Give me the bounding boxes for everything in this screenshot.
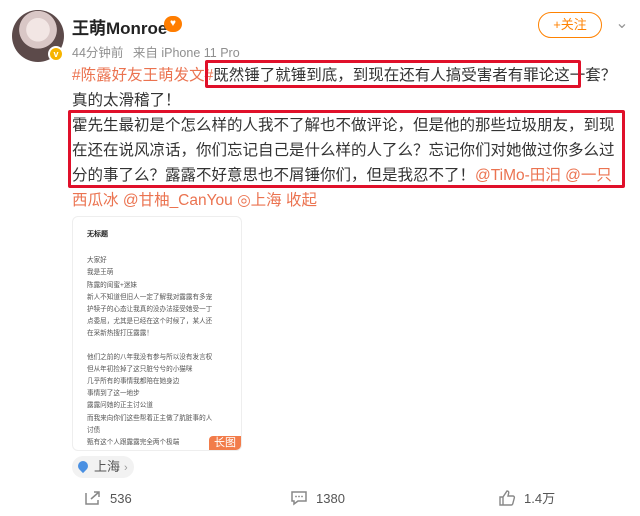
card-line: 甄有这个人跟露露完全两个极端 xyxy=(87,439,180,447)
follow-button[interactable]: +关注 xyxy=(538,12,602,38)
like-button[interactable]: 1.4万 xyxy=(498,488,555,510)
comment-icon xyxy=(291,490,307,506)
mention-ganyou[interactable]: @甘柚_CanYou xyxy=(123,192,233,209)
location-chip[interactable]: 上海 › xyxy=(72,456,134,478)
mention-timo[interactable]: @TiMo-田汨 xyxy=(475,167,561,184)
post-meta: 44分钟前 来自 iPhone 11 Pro xyxy=(72,42,246,61)
hashtag-link[interactable]: #陈露好友王萌发文# xyxy=(72,67,213,84)
location-chip-label: 上海 xyxy=(94,459,121,474)
thumbs-up-icon xyxy=(499,489,516,506)
location-link[interactable]: ◎上海 xyxy=(237,192,282,209)
card-line: 而我来向你们这些帮着正主做了肮脏事的人 xyxy=(87,414,213,422)
verified-badge-icon: v xyxy=(48,46,64,62)
author-name[interactable]: 王萌Monroe xyxy=(72,14,167,39)
post-segment-2: 真的太滑稽了！ xyxy=(72,92,181,109)
card-line: 护犊子的心态让我真的没办法接受她受一丁 xyxy=(87,306,213,314)
card-line: 几乎所有的事情我都陪在她身边 xyxy=(87,378,180,386)
comment-count: 1380 xyxy=(316,491,345,506)
forward-icon xyxy=(85,490,100,505)
card-line: 点委屈，尤其是已经在这个时候了，某人还 xyxy=(87,318,213,326)
chevron-down-icon[interactable]: ⌄ xyxy=(612,14,632,34)
card-title: 无标题 xyxy=(87,231,108,238)
card-line: 大家好 xyxy=(87,257,107,265)
long-image-card[interactable]: 无标题 大家好 我是王萌 陈露的闺蜜+迷妹 新人不知道但旧人一定了解我对露露有多… xyxy=(72,216,242,451)
post-segment-1: 既然锤了就锤到底，到现在还有人搞受害者有罪论这一套？ xyxy=(213,67,617,84)
chevron-right-icon: › xyxy=(124,462,128,474)
card-line: 讨债 xyxy=(87,426,101,434)
post-text: #陈露好友王萌发文#既然锤了就锤到底，到现在还有人搞受害者有罪论这一套？ 真的太滑… xyxy=(72,63,627,213)
card-line: 露露问她的正主讨公道 xyxy=(87,402,153,410)
forward-button[interactable]: 536 xyxy=(84,488,132,510)
card-line: 在采新热搜打压露露！ xyxy=(87,330,153,338)
collapse-link[interactable]: 收起 xyxy=(286,192,317,209)
post-time[interactable]: 44分钟前 xyxy=(72,46,123,60)
post-source: 来自 iPhone 11 Pro xyxy=(132,46,240,60)
long-image-badge: 长图 xyxy=(209,435,241,450)
map-pin-icon xyxy=(75,458,91,473)
card-line: 事情到了这一地步 xyxy=(87,390,140,398)
forward-count: 536 xyxy=(110,491,132,506)
like-count: 1.4万 xyxy=(524,491,556,506)
comment-button[interactable]: 1380 xyxy=(290,488,345,510)
card-line: 新人不知道但旧人一定了解我对露露有多宠 xyxy=(87,293,213,301)
card-line: 陈露的闺蜜+迷妹 xyxy=(87,281,138,289)
card-line: 但从年初捡掉了这只脏兮兮的小猫咪 xyxy=(87,365,193,373)
card-line: 他们之前的八年我没有参与所以没有发言权 xyxy=(87,353,213,361)
vip-heart-icon: ♥ xyxy=(164,16,182,32)
card-line: 我是王萌 xyxy=(87,269,114,277)
